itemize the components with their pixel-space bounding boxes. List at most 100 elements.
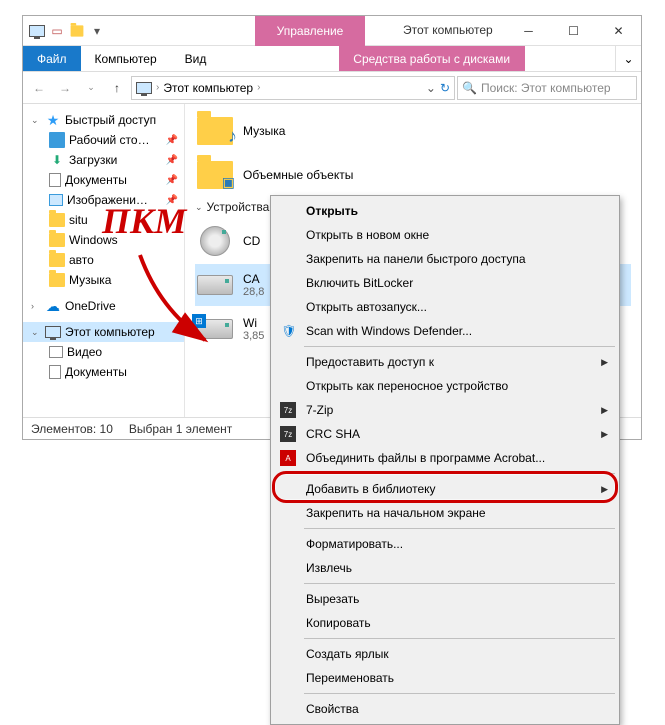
cm-bitlocker[interactable]: Включить BitLocker [274,271,616,295]
navigation-pane: ⌄ ★ Быстрый доступ Рабочий сто…📌 ⬇Загруз… [23,104,185,417]
cm-add-library[interactable]: Добавить в библиотеку▶ [274,477,616,501]
search-input[interactable]: 🔍 Поиск: Этот компьютер [457,76,637,100]
folder-icon [49,272,65,288]
folder-icon: ♪ [197,117,233,145]
breadcrumb-root[interactable]: Этот компьютер [163,81,253,95]
maximize-button[interactable]: ☐ [551,16,596,46]
ribbon-tab-view[interactable]: Вид [171,46,221,71]
drive-icon: ⊞ [197,319,233,339]
refresh-icon[interactable]: ↻ [440,81,450,95]
sidebar-item-avto[interactable]: авто [23,250,184,270]
system-menu-icon[interactable] [29,23,45,39]
nav-recent-button[interactable]: ⌄ [79,76,103,100]
qat-customize-icon[interactable]: ▾ [89,23,105,39]
separator [304,693,615,694]
cm-open[interactable]: Открыть [274,199,616,223]
ribbon-tab-drivetools[interactable]: Средства работы с дисками [339,46,525,71]
cloud-icon: ☁ [45,298,61,314]
item-meta: 3,85 [243,330,264,342]
address-pc-icon [136,82,152,94]
qat-properties-icon[interactable]: ▭ [49,23,65,39]
submenu-arrow-icon: ▶ [601,484,608,495]
folder-icon [49,252,65,268]
cm-properties[interactable]: Свойства [274,697,616,721]
cm-copy[interactable]: Копировать [274,611,616,635]
ribbon-tabs: Файл Компьютер Вид Средства работы с дис… [23,46,641,72]
sidebar-item-documents2[interactable]: Документы [23,362,184,382]
submenu-arrow-icon: ▶ [601,357,608,368]
ribbon-expand-button[interactable]: ⌄ [615,46,641,71]
sidebar-onedrive[interactable]: ›☁OneDrive [23,296,184,316]
close-button[interactable]: ✕ [596,16,641,46]
ribbon-tab-computer[interactable]: Компьютер [81,46,171,71]
pictures-icon [49,194,63,206]
sidebar-quick-access[interactable]: ⌄ ★ Быстрый доступ [23,110,184,130]
cm-autoplay[interactable]: Открыть автозапуск... [274,295,616,319]
drive-icon [197,275,233,295]
search-placeholder: Поиск: Этот компьютер [481,81,611,95]
cm-defender-scan[interactable]: 🛡Scan with Windows Defender... [274,319,616,343]
sidebar-item-music[interactable]: Музыка [23,270,184,290]
downloads-icon: ⬇ [49,152,65,168]
window-title: Этот компьютер [403,23,493,37]
cm-eject[interactable]: Извлечь [274,556,616,580]
cm-acrobat-combine[interactable]: AОбъединить файлы в программе Acrobat... [274,446,616,470]
cm-crc-sha[interactable]: 7zCRC SHA▶ [274,422,616,446]
separator [304,346,615,347]
sidebar-item-downloads[interactable]: ⬇Загрузки📌 [23,150,184,170]
sidebar-item-windows[interactable]: Windows [23,230,184,250]
drive-icon [200,226,230,256]
nav-back-button[interactable]: ← [27,76,51,100]
caret-down-icon: ⌄ [195,202,203,213]
status-selection: Выбран 1 элемент [129,422,232,436]
context-menu: Открыть Открыть в новом окне Закрепить н… [270,195,620,725]
cm-open-portable[interactable]: Открыть как переносное устройство [274,374,616,398]
cm-format[interactable]: Форматировать... [274,532,616,556]
status-item-count: Элементов: 10 [31,422,113,436]
folder-icon [49,232,65,248]
sidebar-item-pictures[interactable]: Изображени…📌 [23,190,184,210]
item-label: Wi [243,316,264,330]
folder-3dobjects[interactable]: ▣ Объемные объекты [195,154,631,196]
sidebar-item-situ[interactable]: situ [23,210,184,230]
shield-icon: 🛡 [280,322,298,340]
desktop-icon [49,132,65,148]
sidebar-item-videos[interactable]: Видео [23,342,184,362]
ribbon-tab-file[interactable]: Файл [23,46,81,71]
minimize-button[interactable]: ─ [506,16,551,46]
qat-newfolder-icon[interactable] [69,23,85,39]
cm-create-shortcut[interactable]: Создать ярлык [274,642,616,666]
sidebar-item-documents[interactable]: Документы📌 [23,170,184,190]
folder-music[interactable]: ♪ Музыка [195,110,631,152]
separator [304,528,615,529]
separator [304,583,615,584]
titlebar: ▭ ▾ Управление Этот компьютер ─ ☐ ✕ [23,16,641,46]
cm-pin-quick-access[interactable]: Закрепить на панели быстрого доступа [274,247,616,271]
documents-icon [49,173,61,187]
sidebar-this-pc[interactable]: ⌄Этот компьютер [23,322,184,342]
cm-cut[interactable]: Вырезать [274,587,616,611]
nav-up-button[interactable]: ↑ [105,76,129,100]
cm-open-new-window[interactable]: Открыть в новом окне [274,223,616,247]
pin-icon: 📌 [166,135,178,146]
address-dropdown-icon[interactable]: ⌄ [426,81,436,95]
separator [304,473,615,474]
address-bar[interactable]: › Этот компьютер › ⌄ ↻ [131,76,455,100]
documents-icon [49,365,61,379]
cm-give-access[interactable]: Предоставить доступ к▶ [274,350,616,374]
folder-icon [49,212,65,228]
pin-icon: 📌 [166,175,178,186]
item-label: Объемные объекты [243,168,353,182]
7zip-icon: 7z [280,426,296,442]
pin-icon: 📌 [166,195,178,206]
cm-7zip[interactable]: 7z7-Zip▶ [274,398,616,422]
cm-pin-start[interactable]: Закрепить на начальном экране [274,501,616,525]
cm-rename[interactable]: Переименовать [274,666,616,690]
sidebar-item-label: Быстрый доступ [65,113,156,127]
item-label: CA [243,272,264,286]
videos-icon [49,346,63,358]
nav-forward-button[interactable]: → [53,76,77,100]
star-icon: ★ [45,112,61,128]
submenu-arrow-icon: ▶ [601,405,608,416]
sidebar-item-desktop[interactable]: Рабочий сто…📌 [23,130,184,150]
